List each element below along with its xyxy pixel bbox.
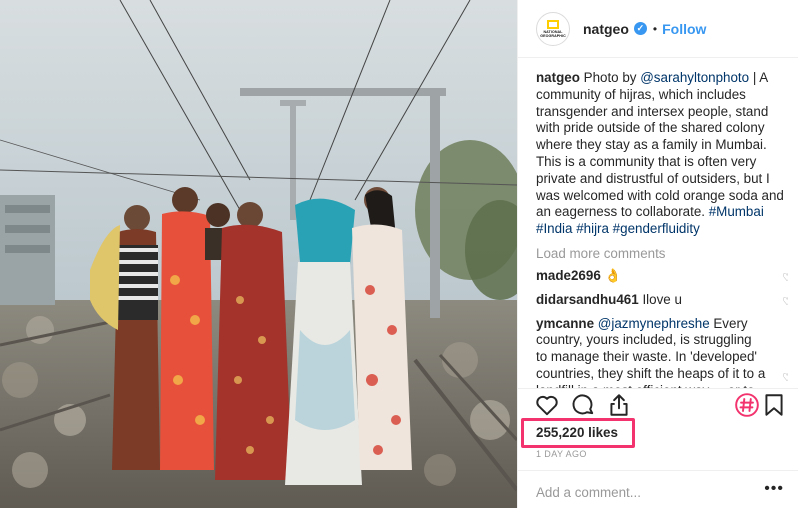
likes-count[interactable]: 255,220 likes <box>536 425 618 440</box>
avatar[interactable]: NATIONAL GEOGRAPHIC <box>536 11 570 46</box>
comment-mention[interactable]: @jazmynephreshe <box>598 316 710 331</box>
post-photo[interactable] <box>0 0 517 508</box>
caption-text-before: Photo by <box>583 70 641 85</box>
bookmark-icon[interactable] <box>761 392 789 420</box>
load-more-comments-button[interactable]: Load more comments <box>536 246 788 261</box>
natgeo-logo: NATIONAL GEOGRAPHIC <box>539 14 567 43</box>
follow-button[interactable]: Follow <box>662 21 706 37</box>
comment-text: Ilove u <box>642 291 682 307</box>
comment-like-heart-icon[interactable]: ♡ <box>782 270 788 287</box>
verified-badge-icon: ✓ <box>633 22 647 35</box>
post-caption: natgeo Photo by @sarahyltonphoto | A com… <box>536 70 788 238</box>
comment-text: 👌 <box>604 267 622 283</box>
post-header: NATIONAL GEOGRAPHIC natgeo ✓ • Follow <box>518 0 798 58</box>
natgeo-frame-icon <box>547 19 559 29</box>
post-panel: NATIONAL GEOGRAPHIC natgeo ✓ • Follow na… <box>517 0 798 508</box>
divider <box>518 470 798 471</box>
caption-text: | A community of hijras, which includes … <box>536 70 784 220</box>
comments-section[interactable]: natgeo Photo by @sarahyltonphoto | A com… <box>536 70 788 388</box>
share-icon[interactable] <box>606 392 634 420</box>
divider <box>518 388 798 389</box>
comment-like-heart-icon[interactable]: ♡ <box>782 294 788 311</box>
separator-dot: • <box>652 21 658 36</box>
comment-icon[interactable] <box>570 392 598 420</box>
comment-item: made2696 👌 ♡ <box>536 268 788 285</box>
comment-item: ymcanne @jazmynephreshe Every country, y… <box>536 316 788 388</box>
comment-item: didarsandhu461 Ilove u ♡ <box>536 292 788 309</box>
hashtag-icon[interactable] <box>734 392 762 420</box>
caption-mention[interactable]: @sarahyltonphoto <box>640 70 749 85</box>
comment-username[interactable]: ymcanne <box>536 316 594 331</box>
comment-like-heart-icon[interactable]: ♡ <box>782 370 788 387</box>
more-options-icon[interactable]: ••• <box>764 480 784 498</box>
post-actions <box>534 392 789 420</box>
add-comment-input[interactable] <box>536 483 756 501</box>
logo-text-2: GEOGRAPHIC <box>540 33 566 38</box>
comment-username[interactable]: made2696 <box>536 268 601 283</box>
heart-icon[interactable] <box>534 392 562 420</box>
header-username[interactable]: natgeo <box>583 21 629 37</box>
comment-username[interactable]: didarsandhu461 <box>536 292 639 307</box>
caption-username[interactable]: natgeo <box>536 70 580 85</box>
post-timestamp[interactable]: 1 DAY AGO <box>536 449 587 459</box>
